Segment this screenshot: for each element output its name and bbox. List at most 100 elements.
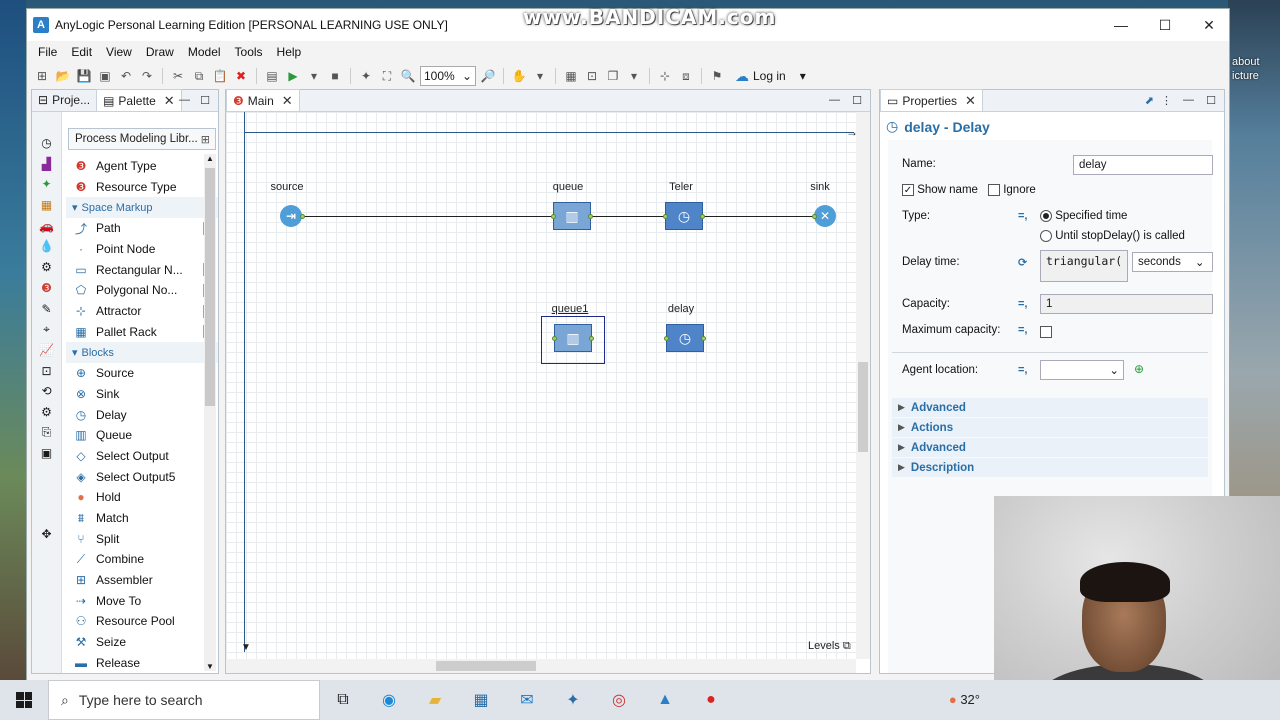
category-blank-icon[interactable] [32,112,61,133]
palette-item[interactable]: ⩩ Match [66,508,218,529]
ignore-option[interactable]: Ignore [988,184,1036,196]
section-advanced-2[interactable]: ▶ Advanced [892,438,1208,457]
close-icon[interactable]: ✕ [282,93,293,109]
teler-out-port[interactable] [700,214,705,219]
run-icon[interactable]: ▶ [284,67,302,85]
section-actions[interactable]: ▶ Actions [892,418,1208,437]
cut-icon[interactable]: ✂ [169,67,187,85]
palette-group-header[interactable]: ▾ Space Markup [66,197,218,219]
category-actions-icon[interactable]: ⚙ [32,402,61,423]
until-stopdelay-radio[interactable] [1040,230,1052,242]
scroll-up-icon[interactable]: ▲ [204,154,216,163]
tab-main[interactable]: ❸ Main ✕ [226,89,300,111]
file-explorer-icon[interactable]: ▰ [412,680,458,720]
theme-icon[interactable]: ⚑ [708,67,726,85]
section-description[interactable]: ▶ Description [892,458,1208,477]
snap-icon[interactable]: ⊡ [583,67,601,85]
record-icon[interactable]: ● [688,680,734,720]
capacity-input[interactable]: 1 [1040,294,1213,314]
show-name-checkbox[interactable]: ✓ [902,184,914,196]
type-specified-option[interactable]: Specified time [1040,210,1127,222]
menu-tools[interactable]: Tools [228,45,270,59]
canvas-hscroll-thumb[interactable] [436,661,536,671]
palette-group-header[interactable]: ▾ Blocks [66,342,218,363]
category-material-icon[interactable]: ⚙ [32,257,61,278]
tab-palette[interactable]: ▤ Palette ✕ [96,89,182,111]
maximize-pane-icon[interactable]: ☐ [852,94,862,107]
delay-block[interactable]: ◷ [666,324,704,352]
anylogic-taskbar-icon[interactable]: ▲ [642,680,688,720]
canvas-horizontal-scrollbar[interactable] [226,659,856,673]
zoom-select[interactable]: 100% ⌄ [420,66,476,86]
palette-item[interactable]: ◇ Select Output [66,446,218,467]
delay-in-port[interactable] [664,336,669,341]
mail-icon[interactable]: ✉ [504,680,550,720]
teler-delay-block[interactable]: ◷ [665,202,703,230]
chrome-icon[interactable]: ◎ [596,680,642,720]
palette-item[interactable]: · Point Node [66,239,218,260]
undo-icon[interactable]: ↶ [117,67,135,85]
section-advanced[interactable]: ▶ Advanced [892,398,1208,417]
minimize-pane-icon[interactable]: — [179,94,190,106]
open-icon[interactable]: 📂 [54,67,72,85]
paste-icon[interactable]: 📋 [211,67,229,85]
palette-item[interactable]: ⤴Path✎ [66,218,218,239]
wand-icon[interactable]: ✦ [357,67,375,85]
menu-model[interactable]: Model [181,45,228,59]
open-dialog-icon[interactable]: ⬈ [1145,94,1154,107]
run-dropdown-icon[interactable]: ▾ [305,67,323,85]
minimize-pane-icon[interactable]: — [1183,94,1194,106]
menu-draw[interactable]: Draw [139,45,181,59]
category-process-icon[interactable]: ◷ [32,133,61,154]
align-icon[interactable]: ⊹ [656,67,674,85]
grid-view-icon[interactable]: ⊞ [201,133,210,146]
static-value-icon[interactable]: =, [1018,324,1027,336]
connector[interactable] [302,216,554,217]
stop-icon[interactable]: ■ [326,67,344,85]
palette-item[interactable]: ⊞ Assembler [66,570,218,591]
connector[interactable] [702,216,814,217]
category-rail-icon[interactable]: ▦ [32,195,61,216]
close-icon[interactable]: ✕ [164,93,175,109]
name-input[interactable]: delay [1073,155,1213,175]
minimize-pane-icon[interactable]: — [829,94,840,106]
category-fluid-drop-icon[interactable]: 💧 [32,236,61,257]
queue1-in-port[interactable] [552,336,557,341]
source-block[interactable]: ⇥ [280,205,302,227]
menu-edit[interactable]: Edit [64,45,99,59]
more-options-icon[interactable]: ⋮ [1161,94,1172,107]
levels-toggle[interactable]: Levels ⧉ [808,640,851,653]
queue-out-port[interactable] [588,214,593,219]
tab-properties[interactable]: ▭ Properties ✕ [880,89,983,111]
sink-in-port[interactable] [812,214,817,219]
login-button[interactable]: ☁ Log in ▾ [735,68,806,85]
palette-item[interactable]: ◈ Select Output5 [66,466,218,487]
maximize-pane-icon[interactable]: ☐ [200,94,210,107]
new-icon[interactable]: ⊞ [33,67,51,85]
new-space-icon[interactable]: ⊕ [1134,362,1144,376]
palette-library-header[interactable]: Process Modeling Libr... ⊞ [68,128,216,150]
hand-dropdown-icon[interactable]: ▾ [531,67,549,85]
menu-file[interactable]: File [31,45,64,59]
tab-projects[interactable]: ⊟ Proje... [32,89,96,111]
delay-time-input[interactable]: triangular( [1040,250,1128,282]
task-view-icon[interactable]: ⧉ [320,680,366,720]
palette-item[interactable]: ⚇ Resource Pool [66,611,218,632]
delay-unit-select[interactable]: seconds ⌄ [1132,252,1213,272]
static-value-icon[interactable]: =, [1018,298,1027,310]
palette-item[interactable]: ● Hold [66,487,218,508]
palette-item[interactable]: ⬠Polygonal No...✎ [66,280,218,301]
palette-item[interactable]: ❸ Resource Type [66,177,218,198]
save-icon[interactable]: 💾 [75,67,93,85]
category-analysis-icon[interactable]: 📈 [32,340,61,361]
category-connectivity-icon[interactable]: ⎘ [32,422,61,443]
maximize-button[interactable]: ☐ [1143,9,1187,41]
temperature[interactable]: ● 32° [949,692,980,707]
category-fluid-icon[interactable]: ▟ [32,153,61,174]
teler-in-port[interactable] [663,214,668,219]
canvas-vertical-scrollbar[interactable] [856,112,870,659]
max-capacity-checkbox[interactable] [1040,326,1052,338]
arrange-icon[interactable]: ⧈ [677,67,695,85]
layers-dropdown-icon[interactable]: ▾ [625,67,643,85]
palette-item[interactable]: ⊹Attractor✎ [66,301,218,322]
